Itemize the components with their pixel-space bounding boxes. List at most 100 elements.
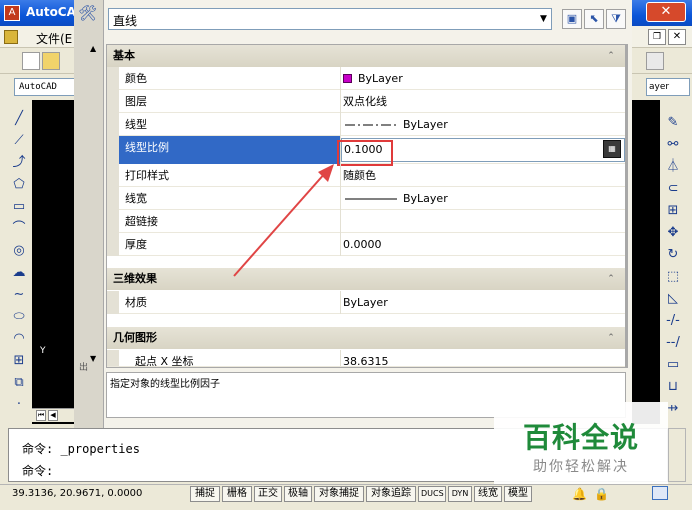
- dyn-toggle[interactable]: DYN: [448, 486, 472, 502]
- prop-value-start-x[interactable]: 38.6315: [341, 350, 625, 366]
- prop-value-lineweight[interactable]: ByLayer: [341, 187, 625, 210]
- arc-icon[interactable]: ⌒: [10, 220, 28, 238]
- first-tab-icon[interactable]: ⏮: [36, 410, 46, 421]
- modify-toolbar: ✎ ⚯ ⏃ ⊂ ⊞ ✥ ↻ ⬚ ◺ -/- --/ ▭ ⊔ ⇸: [660, 104, 686, 424]
- trim-icon[interactable]: -/-: [664, 312, 682, 330]
- extend-icon[interactable]: --/: [664, 334, 682, 352]
- collapse-3d-icon[interactable]: ⌃: [602, 270, 620, 288]
- make-block-icon[interactable]: ⧉: [10, 374, 28, 392]
- polygon-icon[interactable]: ⬠: [10, 176, 28, 194]
- restore-icon[interactable]: ❐: [648, 29, 666, 45]
- drawing-canvas-right[interactable]: [628, 100, 660, 424]
- grid-scrollbar[interactable]: [626, 44, 628, 368]
- chevron-down-icon[interactable]: ▼: [540, 14, 547, 24]
- cursor-coordinates[interactable]: 39.3136, 20.9671, 0.0000: [12, 488, 142, 499]
- revision-cloud-icon[interactable]: ☁: [10, 264, 28, 282]
- layer-select[interactable]: ayer: [646, 78, 690, 96]
- lock-icon[interactable]: 🔒: [594, 487, 609, 501]
- color-swatch-icon: [343, 74, 352, 83]
- communication-center-icon[interactable]: 🔔: [572, 487, 587, 501]
- toggle-pickadd-icon[interactable]: ▣: [562, 9, 582, 29]
- model-toggle[interactable]: 模型: [504, 486, 532, 502]
- break-icon[interactable]: ▭: [664, 356, 682, 374]
- collapse-basic-icon[interactable]: ⌃: [602, 47, 620, 65]
- polyline-icon[interactable]: ⤴: [10, 154, 28, 172]
- command-history-line: 命令: _properties: [22, 442, 140, 456]
- ortho-toggle[interactable]: 正交: [254, 486, 282, 502]
- text-style-select[interactable]: AutoCAD: [14, 78, 78, 96]
- prop-row-plotstyle[interactable]: 打印样式 随颜色: [107, 164, 625, 187]
- prev-tab-icon[interactable]: ◀: [48, 410, 58, 421]
- rotate-icon[interactable]: ↻: [664, 246, 682, 264]
- osnap-toggle[interactable]: 对象捕捉: [314, 486, 364, 502]
- open-folder-icon[interactable]: [42, 52, 60, 70]
- prop-row-lineweight[interactable]: 线宽 ByLayer: [107, 187, 625, 210]
- erase-icon[interactable]: ✎: [664, 114, 682, 132]
- match-properties-icon[interactable]: [646, 52, 664, 70]
- property-description: 指定对象的线型比例因子: [110, 379, 220, 390]
- prop-row-material[interactable]: 材质 ByLayer: [107, 291, 625, 314]
- object-type-select[interactable]: [108, 8, 552, 30]
- snap-toggle[interactable]: 捕捉: [190, 486, 220, 502]
- scale-icon[interactable]: ⬚: [664, 268, 682, 286]
- prop-row-color[interactable]: 颜色 ByLayer: [107, 67, 625, 90]
- drawing-canvas[interactable]: [32, 100, 74, 424]
- menu-file[interactable]: 文件(E: [36, 30, 72, 47]
- otrack-toggle[interactable]: 对象追踪: [366, 486, 416, 502]
- grid-toggle[interactable]: 栅格: [222, 486, 252, 502]
- array-icon[interactable]: ⊞: [664, 202, 682, 220]
- construction-line-icon[interactable]: ⟋: [10, 132, 28, 150]
- category-basic[interactable]: 基本: [107, 45, 625, 67]
- ellipse-arc-icon[interactable]: ◠: [10, 330, 28, 348]
- prop-row-hyperlink[interactable]: 超链接: [107, 210, 625, 233]
- prop-row-linetype[interactable]: 线型 ByLayer: [107, 113, 625, 136]
- select-objects-icon[interactable]: ⬉: [584, 9, 604, 29]
- prop-value-layer[interactable]: 双点化线: [341, 90, 625, 113]
- close-button[interactable]: ✕: [646, 2, 686, 22]
- prop-row-layer[interactable]: 图层 双点化线: [107, 90, 625, 113]
- mirror-icon[interactable]: ⏃: [664, 158, 682, 176]
- ducs-toggle[interactable]: DUCS: [418, 486, 446, 502]
- offset-icon[interactable]: ⊂: [664, 180, 682, 198]
- quick-select-icon[interactable]: ⧩: [606, 9, 626, 29]
- close-icon[interactable]: ✕: [668, 29, 686, 45]
- prop-value-linetype[interactable]: ByLayer: [341, 113, 625, 136]
- category-3d-effects[interactable]: 三维效果: [107, 268, 625, 290]
- prop-row-start-x[interactable]: 起点 X 坐标 38.6315: [107, 350, 625, 367]
- prop-value-hyperlink[interactable]: [341, 210, 625, 233]
- category-geometry[interactable]: 几何图形: [107, 327, 625, 349]
- stretch-icon[interactable]: ◺: [664, 290, 682, 308]
- prop-name-linetype: 线型: [119, 113, 341, 136]
- linetype-dashdot-sample: [345, 124, 397, 126]
- point-icon[interactable]: ·: [10, 396, 28, 414]
- copy-icon[interactable]: ⚯: [664, 136, 682, 154]
- rectangle-icon[interactable]: ▭: [10, 198, 28, 216]
- command-prompt[interactable]: 命令:: [22, 462, 53, 479]
- collapse-down-icon[interactable]: ▼: [90, 354, 96, 363]
- object-type-value: 直线: [113, 14, 138, 28]
- collapse-geometry-icon[interactable]: ⌃: [602, 329, 620, 347]
- clean-screen-icon[interactable]: [652, 486, 668, 500]
- new-file-icon[interactable]: [22, 52, 40, 70]
- ucs-icon: Y: [40, 346, 46, 356]
- prop-value-color[interactable]: ByLayer: [341, 67, 625, 90]
- prop-value-thickness[interactable]: 0.0000: [341, 233, 625, 256]
- spline-icon[interactable]: ∼: [10, 286, 28, 304]
- prop-value-plotstyle[interactable]: 随颜色: [341, 164, 625, 187]
- calculator-icon[interactable]: ▦: [603, 140, 621, 158]
- collapse-up-icon[interactable]: ▲: [90, 44, 96, 53]
- line-icon[interactable]: ╱: [10, 110, 28, 128]
- join-icon[interactable]: ⊔: [664, 378, 682, 396]
- polar-toggle[interactable]: 极轴: [284, 486, 312, 502]
- prop-row-thickness[interactable]: 厚度 0.0000: [107, 233, 625, 256]
- prop-value-material[interactable]: ByLayer: [341, 291, 625, 314]
- move-icon[interactable]: ✥: [664, 224, 682, 242]
- insert-block-icon[interactable]: ⊞: [10, 352, 28, 370]
- ellipse-icon[interactable]: ⬭: [10, 308, 28, 326]
- circle-icon[interactable]: ◎: [10, 242, 28, 260]
- watermark-title: 百科全说: [522, 421, 639, 454]
- lineweight-toggle[interactable]: 线宽: [474, 486, 502, 502]
- command-scrollbar[interactable]: [668, 428, 686, 482]
- palette-strip-label: 出: [77, 362, 87, 371]
- properties-palette-icon[interactable]: 🛠: [78, 4, 98, 24]
